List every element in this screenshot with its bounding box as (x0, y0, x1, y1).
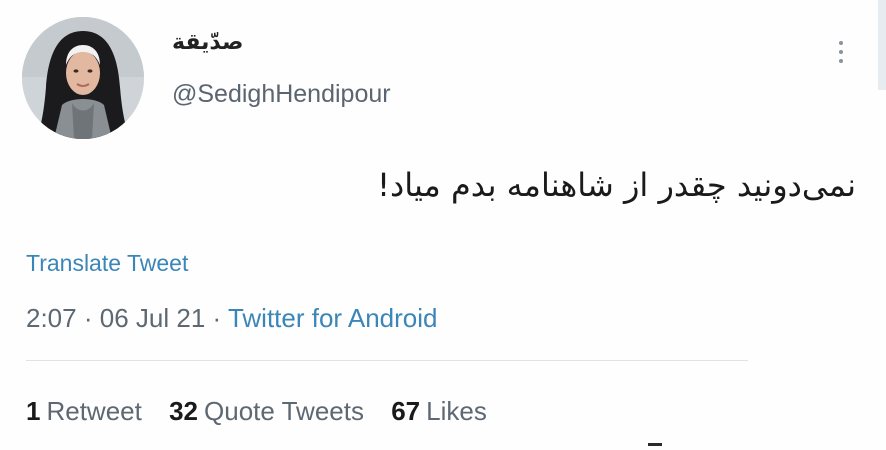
retweets-stat[interactable]: 1 Retweet (26, 396, 142, 426)
meta-separator: · (212, 303, 222, 333)
likes-count: 67 (391, 396, 421, 426)
likes-stat[interactable]: 67 Likes (391, 396, 487, 426)
quotes-label: Quote Tweets (204, 396, 364, 426)
tweet-stats: 1 Retweet 32 Quote Tweets 67 Likes (26, 396, 507, 427)
likes-label: Likes (426, 396, 487, 426)
display-name[interactable]: صدّيقة (172, 30, 243, 55)
quote-tweets-stat[interactable]: 32 Quote Tweets (169, 396, 364, 426)
divider (26, 360, 748, 361)
quotes-count: 32 (169, 396, 199, 426)
tweet-date: 06 Jul 21 (99, 303, 206, 333)
retweets-count: 1 (26, 396, 41, 426)
avatar-image (22, 17, 144, 139)
meta-separator: · (83, 303, 93, 333)
scrollbar-edge (878, 0, 886, 90)
tweet-source-link[interactable]: Twitter for Android (228, 303, 438, 333)
retweets-label: Retweet (46, 396, 142, 426)
translate-tweet-link[interactable]: Translate Tweet (26, 250, 188, 277)
user-handle[interactable]: @SedighHendipour (172, 80, 391, 109)
avatar[interactable] (22, 17, 144, 139)
tweet-text: نمی‌دونید چقدر از شاهنامه بدم میاد! (377, 166, 856, 204)
more-options-button[interactable] (826, 34, 856, 70)
tweet-meta: 2:07 · 06 Jul 21 · Twitter for Android (26, 303, 438, 334)
tweet-card: صدّيقة @SedighHendipour نمی‌دونید چقدر ا… (0, 0, 886, 450)
tweet-time: 2:07 (26, 303, 77, 333)
bottom-edge-mark (648, 443, 662, 446)
more-dots-icon (839, 41, 843, 45)
